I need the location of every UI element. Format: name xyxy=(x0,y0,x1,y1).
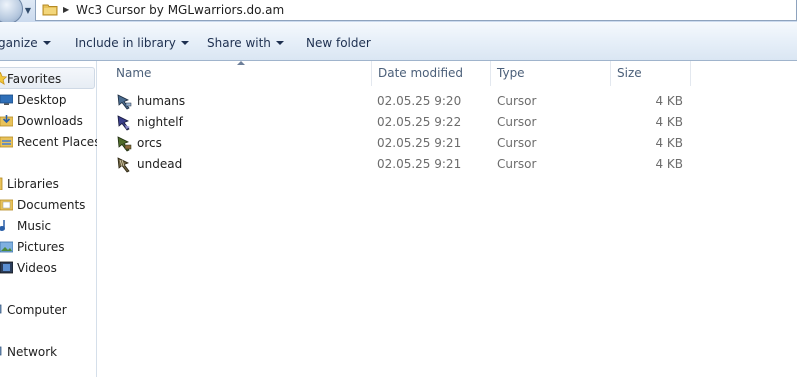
address-bar: ▼ ▶ Wc3 Cursor by MGLwarriors.do.am xyxy=(0,0,797,24)
cursor-icon-nightelf xyxy=(117,115,130,131)
column-header-label: Size xyxy=(617,66,642,80)
command-bar: ganize Include in library Share with New… xyxy=(0,22,797,61)
column-header-label: Date modified xyxy=(378,66,464,80)
nav-label: Videos xyxy=(17,261,57,275)
nav-label: Downloads xyxy=(17,114,83,128)
file-type: Cursor xyxy=(497,136,537,150)
nav-item-downloads[interactable]: Downloads xyxy=(0,111,95,131)
sort-ascending-icon xyxy=(237,61,245,65)
include-in-library-label: Include in library xyxy=(75,36,176,50)
nav-label: Desktop xyxy=(17,93,67,107)
share-with-menu[interactable]: Share with xyxy=(207,22,284,60)
nav-label: Pictures xyxy=(17,240,65,254)
file-size: 4 KB xyxy=(655,115,683,129)
chevron-down-icon xyxy=(42,40,51,45)
network-icon xyxy=(0,346,2,356)
navigation-pane: Favorites Desktop Downloads Recent Place… xyxy=(0,61,100,377)
nav-label: Recent Places xyxy=(17,135,101,149)
column-header-type[interactable]: Type xyxy=(491,61,611,86)
nav-label: Network xyxy=(7,345,58,359)
nav-label: Favorites xyxy=(7,72,62,86)
desktop-icon xyxy=(0,94,13,105)
file-size: 4 KB xyxy=(655,157,683,171)
file-size: 4 KB xyxy=(655,94,683,108)
back-button[interactable] xyxy=(0,0,23,24)
computer-icon xyxy=(0,304,2,314)
recent-pages-dropdown[interactable]: ▼ xyxy=(23,4,33,18)
file-name: humans xyxy=(137,94,186,108)
nav-item-desktop[interactable]: Desktop xyxy=(0,90,95,110)
libraries-icon xyxy=(0,177,3,190)
file-type: Cursor xyxy=(497,115,537,129)
column-header-label: Name xyxy=(116,66,152,80)
cursor-icon-orcs xyxy=(117,136,132,152)
folder-icon xyxy=(42,4,58,16)
nav-item-computer[interactable]: Computer xyxy=(0,300,95,320)
file-name: orcs xyxy=(137,136,162,150)
downloads-icon xyxy=(0,115,13,127)
file-date-modified: 02.05.25 9:21 xyxy=(377,157,462,171)
nav-item-documents[interactable]: Documents xyxy=(0,195,95,215)
nav-item-libraries[interactable]: Libraries xyxy=(0,174,95,194)
cursor-icon-undead xyxy=(117,157,130,173)
chevron-down-icon xyxy=(275,40,284,45)
organize-label: ganize xyxy=(0,36,38,50)
organize-menu[interactable]: ganize xyxy=(0,22,51,60)
file-size: 4 KB xyxy=(655,136,683,150)
nav-item-recent-places[interactable]: Recent Places xyxy=(0,132,100,152)
music-icon xyxy=(0,220,5,231)
file-date-modified: 02.05.25 9:20 xyxy=(377,94,462,108)
column-header-date-modified[interactable]: Date modified xyxy=(372,61,491,86)
nav-label: Computer xyxy=(7,303,67,317)
nav-item-pictures[interactable]: Pictures xyxy=(0,237,95,257)
file-row[interactable]: humans 02.05.25 9:20 Cursor 4 KB xyxy=(97,91,797,112)
nav-item-videos[interactable]: Videos xyxy=(0,258,95,278)
share-with-label: Share with xyxy=(207,36,271,50)
star-icon xyxy=(0,72,7,85)
nav-label: Documents xyxy=(17,198,86,212)
breadcrumb-chevron-icon[interactable]: ▶ xyxy=(63,4,69,16)
nav-item-favorites[interactable]: Favorites xyxy=(0,69,95,89)
file-type: Cursor xyxy=(497,157,537,171)
nav-item-network[interactable]: Network xyxy=(0,342,95,362)
new-folder-button[interactable]: New folder xyxy=(306,22,371,60)
nav-label: Music xyxy=(17,219,52,233)
include-in-library-menu[interactable]: Include in library xyxy=(75,22,189,60)
file-date-modified: 02.05.25 9:22 xyxy=(377,115,462,129)
file-list: Name Date modified Type Size humans 02.0… xyxy=(97,61,797,377)
nav-item-music[interactable]: Music xyxy=(0,216,95,236)
documents-icon xyxy=(0,199,13,211)
address-box[interactable]: ▶ Wc3 Cursor by MGLwarriors.do.am xyxy=(35,0,797,21)
breadcrumb-path[interactable]: Wc3 Cursor by MGLwarriors.do.am xyxy=(76,2,284,18)
file-name: nightelf xyxy=(137,115,183,129)
nav-label: Libraries xyxy=(7,177,59,191)
recent-places-icon xyxy=(0,136,13,148)
file-name: undead xyxy=(137,157,183,171)
chevron-down-icon xyxy=(180,40,189,45)
videos-icon xyxy=(0,261,13,274)
file-row[interactable]: orcs 02.05.25 9:21 Cursor 4 KB xyxy=(97,133,797,154)
file-row[interactable]: nightelf 02.05.25 9:22 Cursor 4 KB xyxy=(97,112,797,133)
cursor-icon-humans xyxy=(117,94,132,110)
file-row[interactable]: undead 02.05.25 9:21 Cursor 4 KB xyxy=(97,154,797,175)
column-header-size[interactable]: Size xyxy=(611,61,691,86)
new-folder-label: New folder xyxy=(306,36,371,50)
column-header-label: Type xyxy=(497,66,525,80)
pictures-icon xyxy=(0,241,13,253)
file-date-modified: 02.05.25 9:21 xyxy=(377,136,462,150)
file-type: Cursor xyxy=(497,94,537,108)
